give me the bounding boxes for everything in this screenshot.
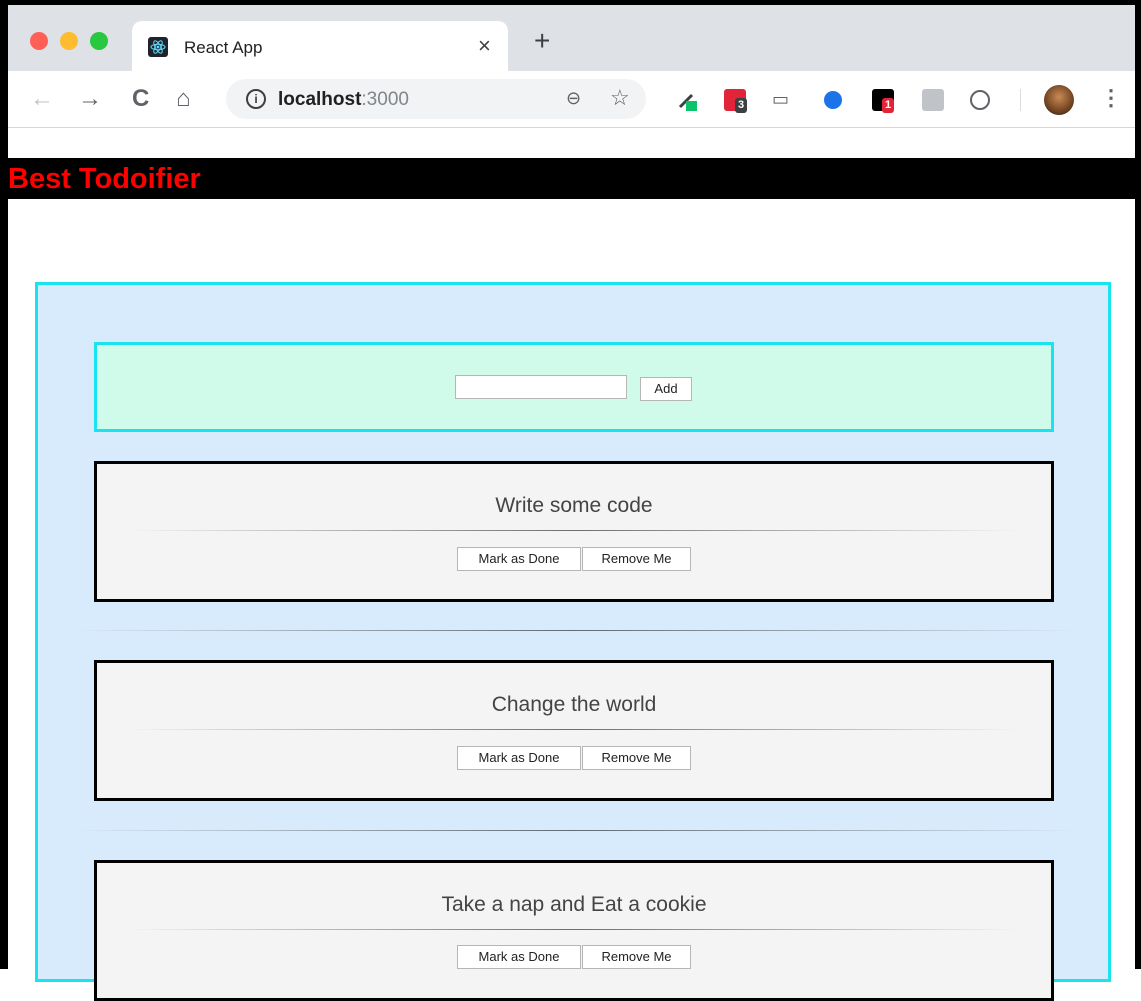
back-arrow-icon[interactable]: ← <box>30 85 54 113</box>
new-todo-input[interactable] <box>455 375 627 399</box>
todo-text: Take a nap and Eat a cookie <box>441 893 707 916</box>
todo-divider <box>127 530 1021 531</box>
extension-badge: 3 <box>735 98 748 113</box>
mark-as-done-button[interactable]: Mark as Done <box>457 746 581 770</box>
site-info-icon[interactable]: i <box>246 89 266 109</box>
remove-me-button[interactable]: Remove Me <box>582 547 691 571</box>
remove-me-button[interactable]: Remove Me <box>582 945 691 969</box>
todo-text: Change the world <box>491 693 657 716</box>
remove-me-button[interactable]: Remove Me <box>582 746 691 770</box>
list-divider <box>70 630 1080 631</box>
amazon-extension-icon[interactable]: 1 <box>872 89 895 113</box>
address-bar[interactable]: i localhost:3000 ⊖ ☆ <box>226 79 646 119</box>
minimize-window-icon[interactable] <box>60 32 78 50</box>
react-logo-icon <box>148 37 168 57</box>
todoist-extension-icon[interactable]: 3 <box>724 89 748 113</box>
todo-divider <box>127 929 1021 930</box>
app-header: Best Todoifier <box>8 158 1135 199</box>
todo-item: Take a nap and Eat a cookie <box>94 860 1054 1001</box>
browser-tab[interactable]: React App × <box>132 21 508 71</box>
url-host: localhost <box>278 89 362 110</box>
list-divider <box>70 830 1080 831</box>
forward-arrow-icon[interactable]: → <box>78 85 102 113</box>
bookmark-star-icon[interactable]: ☆ <box>610 85 630 111</box>
tab-title: React App <box>184 38 263 57</box>
url-text: localhost:3000 <box>278 89 409 111</box>
browser-tabstrip: React App × + <box>8 5 1135 71</box>
toolbar-divider <box>1020 89 1021 111</box>
css-extension-icon[interactable] <box>922 89 944 111</box>
maximize-window-icon[interactable] <box>90 32 108 50</box>
mark-as-done-button[interactable]: Mark as Done <box>457 945 581 969</box>
todo-item: Write some code <box>94 461 1054 602</box>
close-window-icon[interactable] <box>30 32 48 50</box>
zoom-icon[interactable]: ⊖ <box>566 88 581 109</box>
new-tab-icon[interactable]: + <box>534 25 550 57</box>
home-icon[interactable]: ⌂ <box>176 85 191 113</box>
mark-as-done-button[interactable]: Mark as Done <box>457 547 581 571</box>
app-title: Best Todoifier <box>8 163 201 195</box>
eyedropper-extension-icon[interactable] <box>676 89 698 111</box>
todo-item: Change the world <box>94 660 1054 801</box>
todo-divider <box>127 729 1021 730</box>
reload-icon[interactable]: C <box>132 85 149 113</box>
add-button[interactable]: Add <box>640 377 692 401</box>
browser-menu-icon[interactable]: ⋮ <box>1100 85 1122 111</box>
extension-badge: 1 <box>882 98 895 113</box>
code-extension-icon[interactable] <box>970 90 990 110</box>
zoom-meeting-extension-icon[interactable] <box>824 91 842 109</box>
todo-text: Write some code <box>495 494 653 517</box>
url-port: :3000 <box>361 89 409 110</box>
tab-close-icon[interactable]: × <box>478 33 491 59</box>
browser-toolbar: ← → C ⌂ i localhost:3000 ⊖ ☆ 3 ▭ 1 ⋮ <box>8 71 1135 128</box>
cast-icon[interactable]: ▭ <box>772 89 794 111</box>
profile-avatar[interactable] <box>1044 85 1074 115</box>
